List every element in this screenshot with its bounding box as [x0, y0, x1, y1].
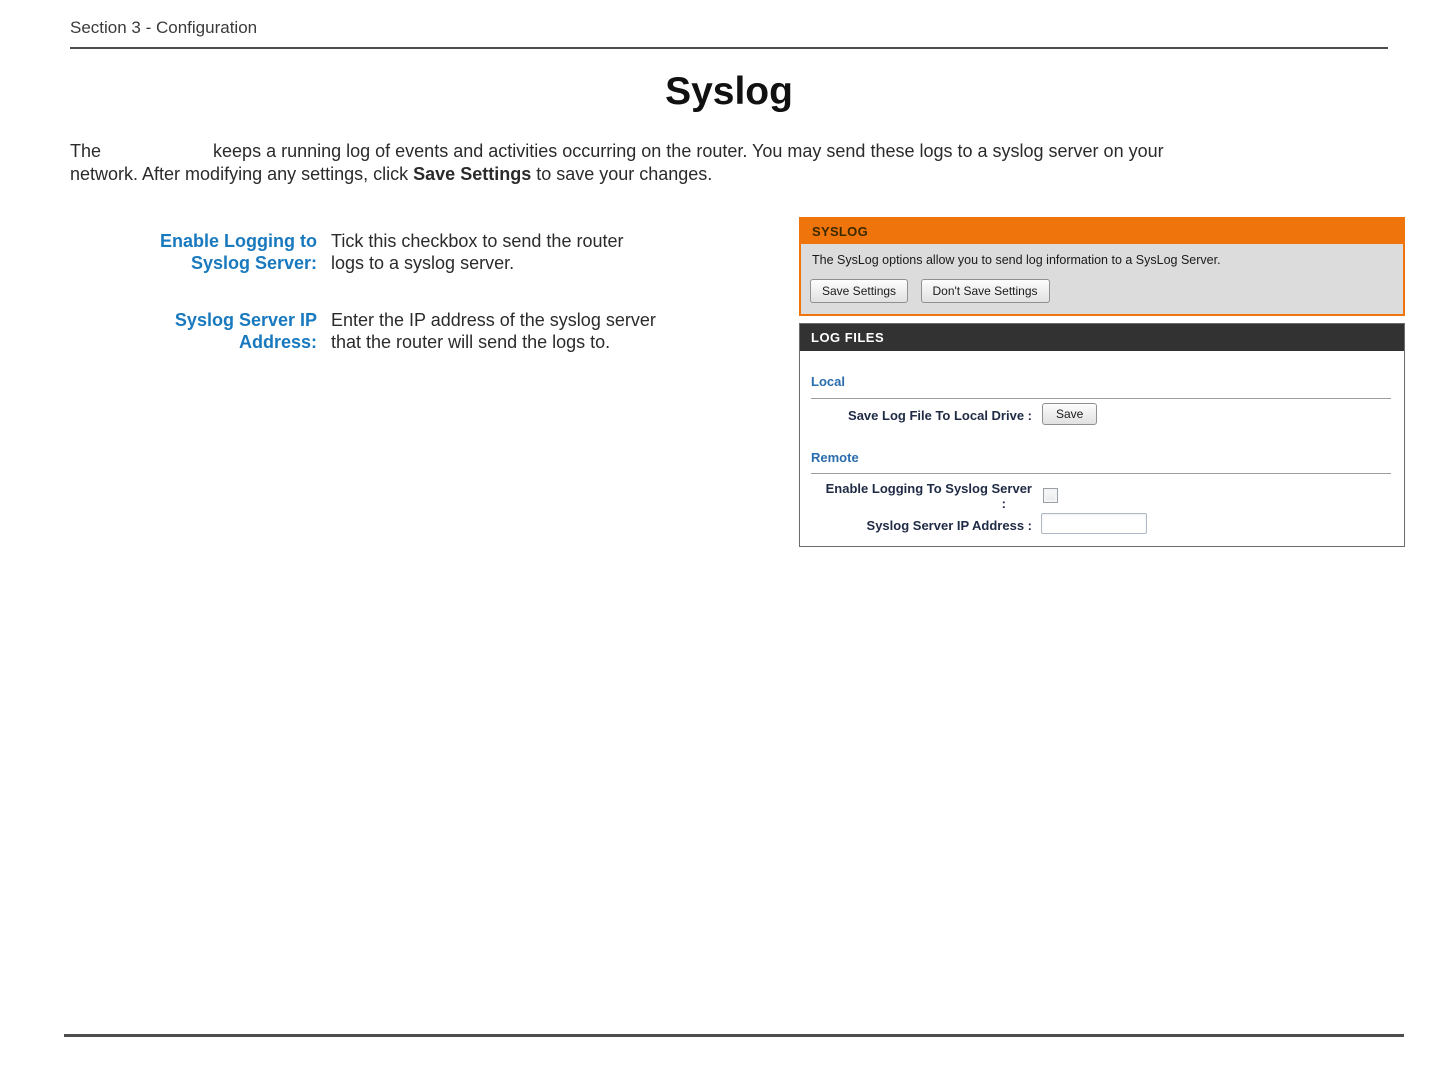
local-section-divider [811, 398, 1391, 399]
intro-the: The [70, 141, 102, 161]
intro-line2-pre: network. After modifying any settings, c… [70, 164, 414, 184]
help-desc-enable-logging: Tick this checkbox to send the router lo… [331, 230, 771, 274]
syslog-server-ip-label: Syslog Server IP Address : [866, 518, 1032, 533]
enable-logging-label-text: Enable Logging To Syslog Server [825, 481, 1032, 496]
enable-logging-checkbox[interactable] [1043, 488, 1058, 503]
remote-section-divider [811, 473, 1391, 474]
log-files-panel: LOG FILES Local Save Log File To Local D… [799, 323, 1405, 547]
syslog-panel-buttons: Save Settings Don't Save Settings [810, 279, 1050, 303]
save-settings-emphasis: Save Settings [413, 164, 532, 184]
enable-logging-label: Enable Logging To Syslog Server : [800, 481, 1032, 511]
section-breadcrumb: Section 3 - Configuration [70, 18, 258, 37]
syslog-server-ip-input[interactable] [1041, 513, 1147, 534]
save-settings-button[interactable]: Save Settings [810, 279, 909, 303]
help-label-line: Enable Logging to [160, 231, 317, 251]
help-desc-syslog-ip: Enter the IP address of the syslog serve… [331, 309, 771, 353]
syslog-panel: SYSLOG The SysLog options allow you to s… [799, 217, 1405, 316]
save-log-file-label: Save Log File To Local Drive : [848, 408, 1032, 423]
help-label-syslog-ip: Syslog Server IP Address: [70, 309, 317, 353]
help-desc-line: Tick this checkbox to send the router [331, 231, 624, 251]
help-desc-line: logs to a syslog server. [331, 253, 515, 273]
dont-save-settings-button[interactable]: Don't Save Settings [920, 279, 1050, 303]
page-title: Syslog [665, 70, 793, 113]
intro-line2-post: to save your changes. [531, 164, 713, 184]
bottom-divider [64, 1034, 1404, 1037]
intro-line1-rest: keeps a running log of events and activi… [213, 141, 1164, 161]
syslog-panel-header: SYSLOG [801, 219, 1403, 244]
help-label-enable-logging: Enable Logging to Syslog Server: [70, 230, 317, 274]
intro-line-1: The keeps a running log of events and act… [70, 140, 1400, 163]
help-desc-line: Enter the IP address of the syslog serve… [331, 310, 656, 330]
save-log-button[interactable]: Save [1042, 403, 1098, 425]
syslog-panel-description: The SysLog options allow you to send log… [812, 253, 1221, 267]
intro-paragraph: The keeps a running log of events and act… [70, 140, 1400, 186]
help-label-line: Address: [238, 332, 317, 352]
manual-page: Section 3 - Configuration Syslog The keep… [0, 0, 1440, 1080]
local-section-heading: Local [811, 374, 845, 389]
help-label-line: Syslog Server: [190, 253, 317, 273]
help-desc-line: that the router will send the logs to. [331, 332, 611, 352]
intro-line-2: network. After modifying any settings, c… [70, 163, 1400, 186]
top-divider [70, 47, 1388, 49]
help-label-line: Syslog Server IP [174, 310, 317, 330]
enable-logging-label-colon: : [1001, 496, 1006, 511]
remote-section-heading: Remote [811, 450, 859, 465]
log-files-panel-header: LOG FILES [800, 324, 1404, 351]
